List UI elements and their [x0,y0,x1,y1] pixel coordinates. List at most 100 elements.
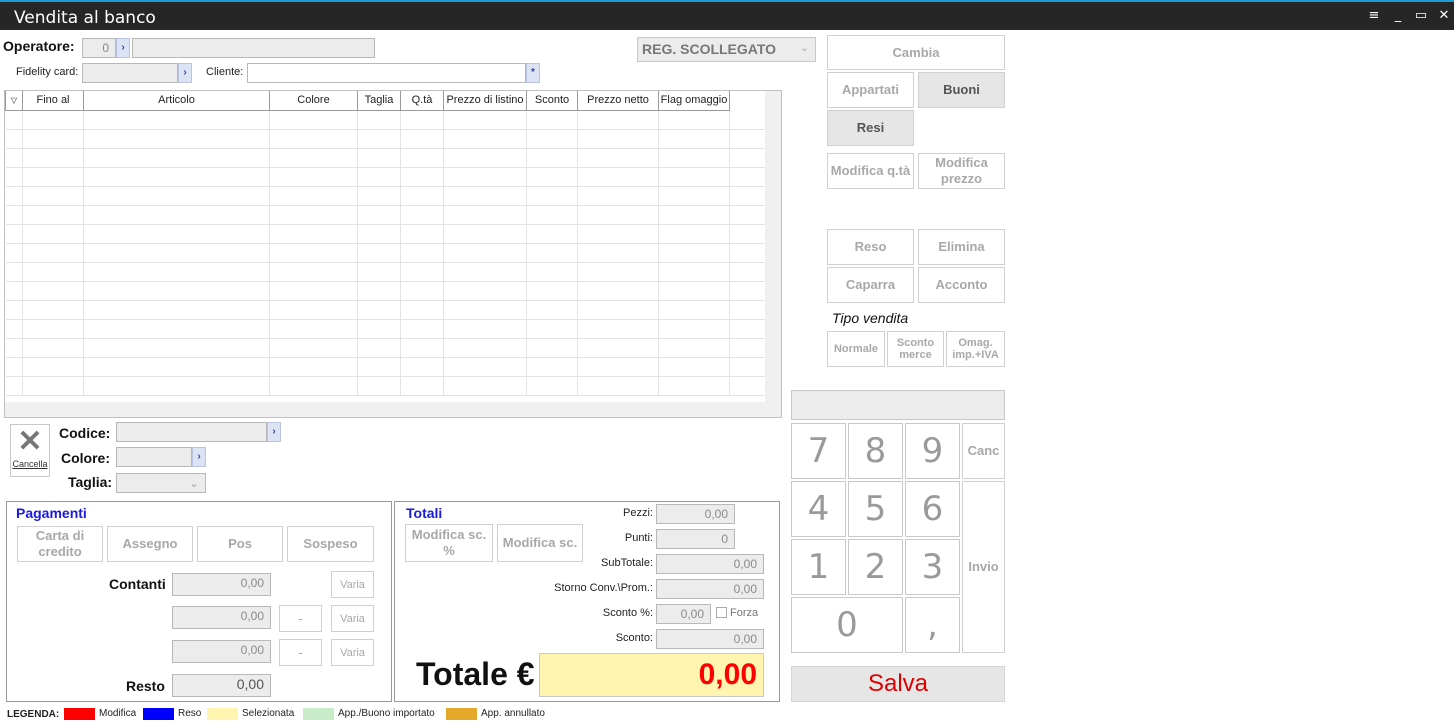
table-row[interactable] [5,110,765,130]
table-cell[interactable] [526,338,578,358]
table-cell[interactable] [658,376,730,396]
table-row[interactable] [5,300,765,320]
table-cell[interactable] [269,357,358,377]
table-cell[interactable] [729,224,765,244]
col-header[interactable]: Sconto [526,91,578,111]
table-cell[interactable] [729,167,765,187]
sconto-merce-button[interactable]: Sconto merce [887,331,944,367]
table-cell[interactable] [5,148,23,168]
table-cell[interactable] [658,129,730,149]
table-cell[interactable] [83,319,270,339]
vertical-scrollbar[interactable] [765,91,781,417]
table-cell[interactable] [357,186,401,206]
table-cell[interactable] [526,205,578,225]
table-cell[interactable] [357,129,401,149]
table-cell[interactable] [729,110,765,130]
table-cell[interactable] [269,338,358,358]
table-cell[interactable] [269,167,358,187]
sconto-pct-field[interactable]: 0,00 [656,604,711,624]
table-cell[interactable] [269,129,358,149]
caparra-button[interactable]: Caparra [827,267,914,303]
table-cell[interactable] [83,376,270,396]
table-cell[interactable] [526,148,578,168]
table-cell[interactable] [269,262,358,282]
table-cell[interactable] [577,148,659,168]
key-3[interactable]: 3 [905,539,960,595]
forza-checkbox[interactable] [716,607,727,618]
table-cell[interactable] [357,243,401,263]
carta-credito-button[interactable]: Carta di credito [17,526,103,562]
table-cell[interactable] [658,281,730,301]
table-row[interactable] [5,281,765,301]
table-cell[interactable] [357,338,401,358]
table-cell[interactable] [83,129,270,149]
canc-button[interactable]: Canc [962,423,1005,479]
table-cell[interactable] [658,300,730,320]
table-cell[interactable] [658,224,730,244]
table-cell[interactable] [22,110,84,130]
table-cell[interactable] [5,300,23,320]
table-cell[interactable] [22,376,84,396]
table-cell[interactable] [658,357,730,377]
table-cell[interactable] [5,262,23,282]
table-cell[interactable] [83,205,270,225]
table-cell[interactable] [22,338,84,358]
sospeso-button[interactable]: Sospeso [287,526,374,562]
table-cell[interactable] [443,129,527,149]
table-cell[interactable] [269,376,358,396]
table-cell[interactable] [577,243,659,263]
table-cell[interactable] [577,224,659,244]
col-header[interactable]: Articolo [83,91,270,111]
table-cell[interactable] [5,186,23,206]
table-cell[interactable] [83,148,270,168]
key-8[interactable]: 8 [848,423,903,479]
table-row[interactable] [5,167,765,187]
table-cell[interactable] [22,300,84,320]
varia-button[interactable]: Varia [331,571,374,598]
fidelity-field[interactable] [82,63,178,83]
table-row[interactable] [5,148,765,168]
table-cell[interactable] [5,338,23,358]
table-cell[interactable] [83,262,270,282]
close-icon[interactable]: ✕ [1435,8,1453,23]
table-cell[interactable] [577,110,659,130]
table-row[interactable] [5,262,765,282]
table-cell[interactable] [269,148,358,168]
table-cell[interactable] [83,281,270,301]
reso-button[interactable]: Reso [827,229,914,265]
table-cell[interactable] [5,357,23,377]
table-cell[interactable] [400,376,444,396]
table-cell[interactable] [658,262,730,282]
key-0[interactable]: 0 [791,597,903,653]
table-cell[interactable] [658,186,730,206]
col-header[interactable]: Q.tà [400,91,444,111]
table-cell[interactable] [357,357,401,377]
contanti-field[interactable]: 0,00 [172,573,271,596]
table-cell[interactable] [22,357,84,377]
table-cell[interactable] [400,148,444,168]
table-row[interactable] [5,376,765,396]
table-row[interactable] [5,319,765,339]
table-cell[interactable] [357,167,401,187]
table-cell[interactable] [443,243,527,263]
key-6[interactable]: 6 [905,481,960,537]
table-cell[interactable] [357,281,401,301]
table-row[interactable] [5,338,765,358]
modifica-qta-button[interactable]: Modifica q.tà [827,153,914,189]
varia-button[interactable]: Varia [331,639,374,666]
table-cell[interactable] [269,110,358,130]
col-header[interactable]: Flag omaggio [658,91,730,111]
table-cell[interactable] [443,357,527,377]
table-cell[interactable] [526,357,578,377]
table-cell[interactable] [526,243,578,263]
table-cell[interactable] [577,205,659,225]
key-9[interactable]: 9 [905,423,960,479]
table-cell[interactable] [443,224,527,244]
table-cell[interactable] [577,262,659,282]
table-cell[interactable] [357,224,401,244]
table-cell[interactable] [22,319,84,339]
table-cell[interactable] [577,338,659,358]
table-cell[interactable] [443,281,527,301]
table-cell[interactable] [400,262,444,282]
table-cell[interactable] [526,110,578,130]
